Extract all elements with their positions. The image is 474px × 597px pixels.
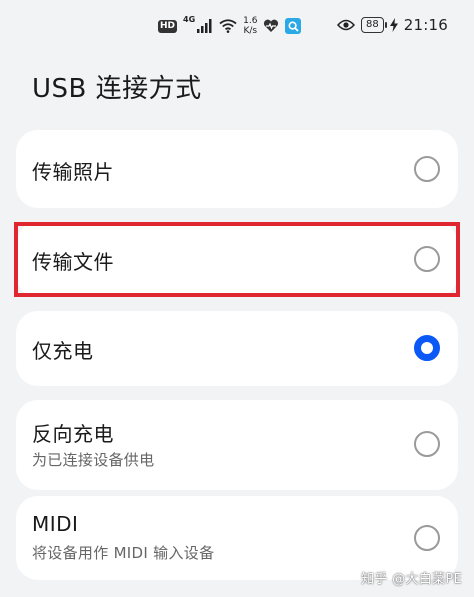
option-sublabel: 将设备用作 MIDI 输入设备 — [32, 544, 215, 562]
option-transfer-photos[interactable]: 传输照片 — [16, 130, 458, 208]
option-label: 反向充电 — [32, 422, 114, 446]
hd-badge: HD — [158, 19, 178, 33]
option-label: 仅充电 — [32, 339, 94, 363]
option-transfer-files[interactable]: 传输文件 — [16, 222, 458, 297]
watermark: 知乎 @大白菜PE — [361, 572, 462, 587]
charging-bolt-icon — [389, 18, 398, 32]
option-label: 传输文件 — [32, 250, 114, 274]
eye-comfort-icon — [337, 19, 356, 31]
wifi-icon — [219, 19, 237, 33]
speed-value: 1.6 — [243, 16, 258, 26]
health-heart-icon — [264, 19, 279, 32]
page-title: USB 连接方式 — [32, 74, 202, 104]
option-charge-only[interactable]: 仅充电 — [16, 311, 458, 386]
network-speed: 1.6 K/s — [243, 16, 257, 36]
radio-button-selected[interactable] — [414, 335, 440, 361]
status-left-icons: HD 4G 1.6 K/s — [158, 15, 302, 36]
status-bar: HD 4G 1.6 K/s 88 21:16 — [0, 0, 474, 54]
radio-button-unselected[interactable] — [414, 156, 440, 182]
option-sublabel: 为已连接设备供电 — [32, 451, 155, 469]
battery-indicator: 88 — [361, 17, 387, 33]
radio-button-unselected[interactable] — [414, 431, 440, 457]
usb-connection-screen: HD 4G 1.6 K/s 88 21:16 USB 连接方式 传输照片 传输文… — [0, 0, 474, 597]
signal-icon — [197, 19, 212, 33]
search-app-icon — [285, 18, 302, 34]
radio-button-unselected[interactable] — [414, 525, 440, 551]
option-label: MIDI — [32, 512, 79, 536]
clock: 21:16 — [403, 16, 448, 34]
status-right-icons: 88 21:16 — [337, 16, 448, 34]
speed-unit: K/s — [243, 26, 258, 36]
option-label: 传输照片 — [32, 160, 114, 184]
radio-button-unselected[interactable] — [414, 246, 440, 272]
network-type: 4G — [183, 15, 196, 24]
option-reverse-charging[interactable]: 反向充电 为已连接设备供电 — [16, 400, 458, 490]
